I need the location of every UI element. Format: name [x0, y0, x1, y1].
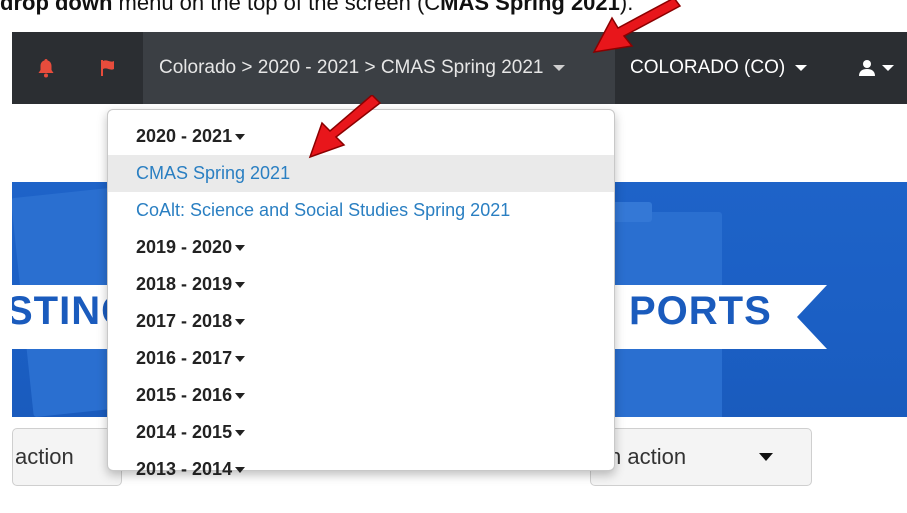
dropdown-item-label: CMAS Spring 2021	[136, 163, 291, 183]
instruction-text: drop down menu on the top of the screen …	[0, 0, 907, 19]
user-icon	[859, 60, 875, 76]
dropdown-item-label: 2015 - 2016	[136, 385, 233, 405]
chevron-down-icon	[235, 393, 246, 400]
dropdown-item-label: CoAlt: Science and Social Studies Spring…	[136, 200, 511, 220]
dropdown-item-label: 2014 - 2015	[136, 422, 233, 442]
dropdown-year-2016-2017[interactable]: 2016 - 2017	[108, 340, 614, 377]
action-select-right-label: n action	[609, 444, 687, 469]
dropdown-item-label: 2019 - 2020	[136, 237, 233, 257]
hero-title-right: PORTS	[597, 285, 797, 349]
dropdown-item-label: 2020 - 2021	[136, 126, 233, 146]
hero-title-right-text: PORTS	[629, 289, 772, 333]
chevron-down-icon	[235, 467, 246, 474]
bell-icon[interactable]	[34, 32, 58, 104]
chevron-down-icon	[882, 65, 894, 71]
chevron-down-icon	[795, 65, 808, 71]
dropdown-year-2018-2019[interactable]: 2018 - 2019	[108, 266, 614, 303]
action-select-left[interactable]: action	[12, 428, 122, 486]
chevron-down-icon	[235, 319, 246, 326]
breadcrumb-dropdown-toggle[interactable]: Colorado > 2020 - 2021 > CMAS Spring 202…	[143, 32, 615, 104]
dropdown-item-label: 2017 - 2018	[136, 311, 233, 331]
dropdown-year-2015-2016[interactable]: 2015 - 2016	[108, 377, 614, 414]
flag-icon[interactable]	[98, 32, 122, 104]
dropdown-year-2019-2020[interactable]: 2019 - 2020	[108, 229, 614, 266]
top-navbar: Colorado > 2020 - 2021 > CMAS Spring 202…	[12, 32, 907, 104]
dropdown-year-2013-2014[interactable]: 2013 - 2014	[108, 451, 614, 488]
user-menu-toggle[interactable]	[858, 32, 894, 104]
dropdown-item-label: 2016 - 2017	[136, 348, 233, 368]
chevron-down-icon	[553, 65, 566, 71]
instruction-plain: menu on the top of the screen (C	[112, 0, 441, 15]
red-arrow-annotation-cmas	[308, 95, 382, 159]
dropdown-item-coalt-spring-2021[interactable]: CoAlt: Science and Social Studies Spring…	[108, 192, 614, 229]
chevron-down-icon	[235, 356, 246, 363]
chevron-down-icon	[235, 245, 246, 252]
dropdown-year-2017-2018[interactable]: 2017 - 2018	[108, 303, 614, 340]
dropdown-year-2014-2015[interactable]: 2014 - 2015	[108, 414, 614, 451]
dropdown-item-label: 2018 - 2019	[136, 274, 233, 294]
chevron-down-icon	[235, 134, 246, 141]
instruction-bold-dropdown: drop down	[0, 0, 113, 15]
chevron-down-icon	[235, 282, 246, 289]
action-select-left-label: action	[15, 444, 74, 469]
action-select-right[interactable]: n action	[590, 428, 812, 486]
hero-ribbon-tail	[797, 285, 827, 349]
red-arrow-annotation-breadcrumb	[592, 0, 682, 53]
chevron-down-icon	[235, 430, 246, 437]
dropdown-item-label: 2013 - 2014	[136, 459, 233, 479]
breadcrumb-text: Colorado > 2020 - 2021 > CMAS Spring 202…	[159, 57, 544, 78]
chevron-down-icon	[759, 453, 773, 461]
